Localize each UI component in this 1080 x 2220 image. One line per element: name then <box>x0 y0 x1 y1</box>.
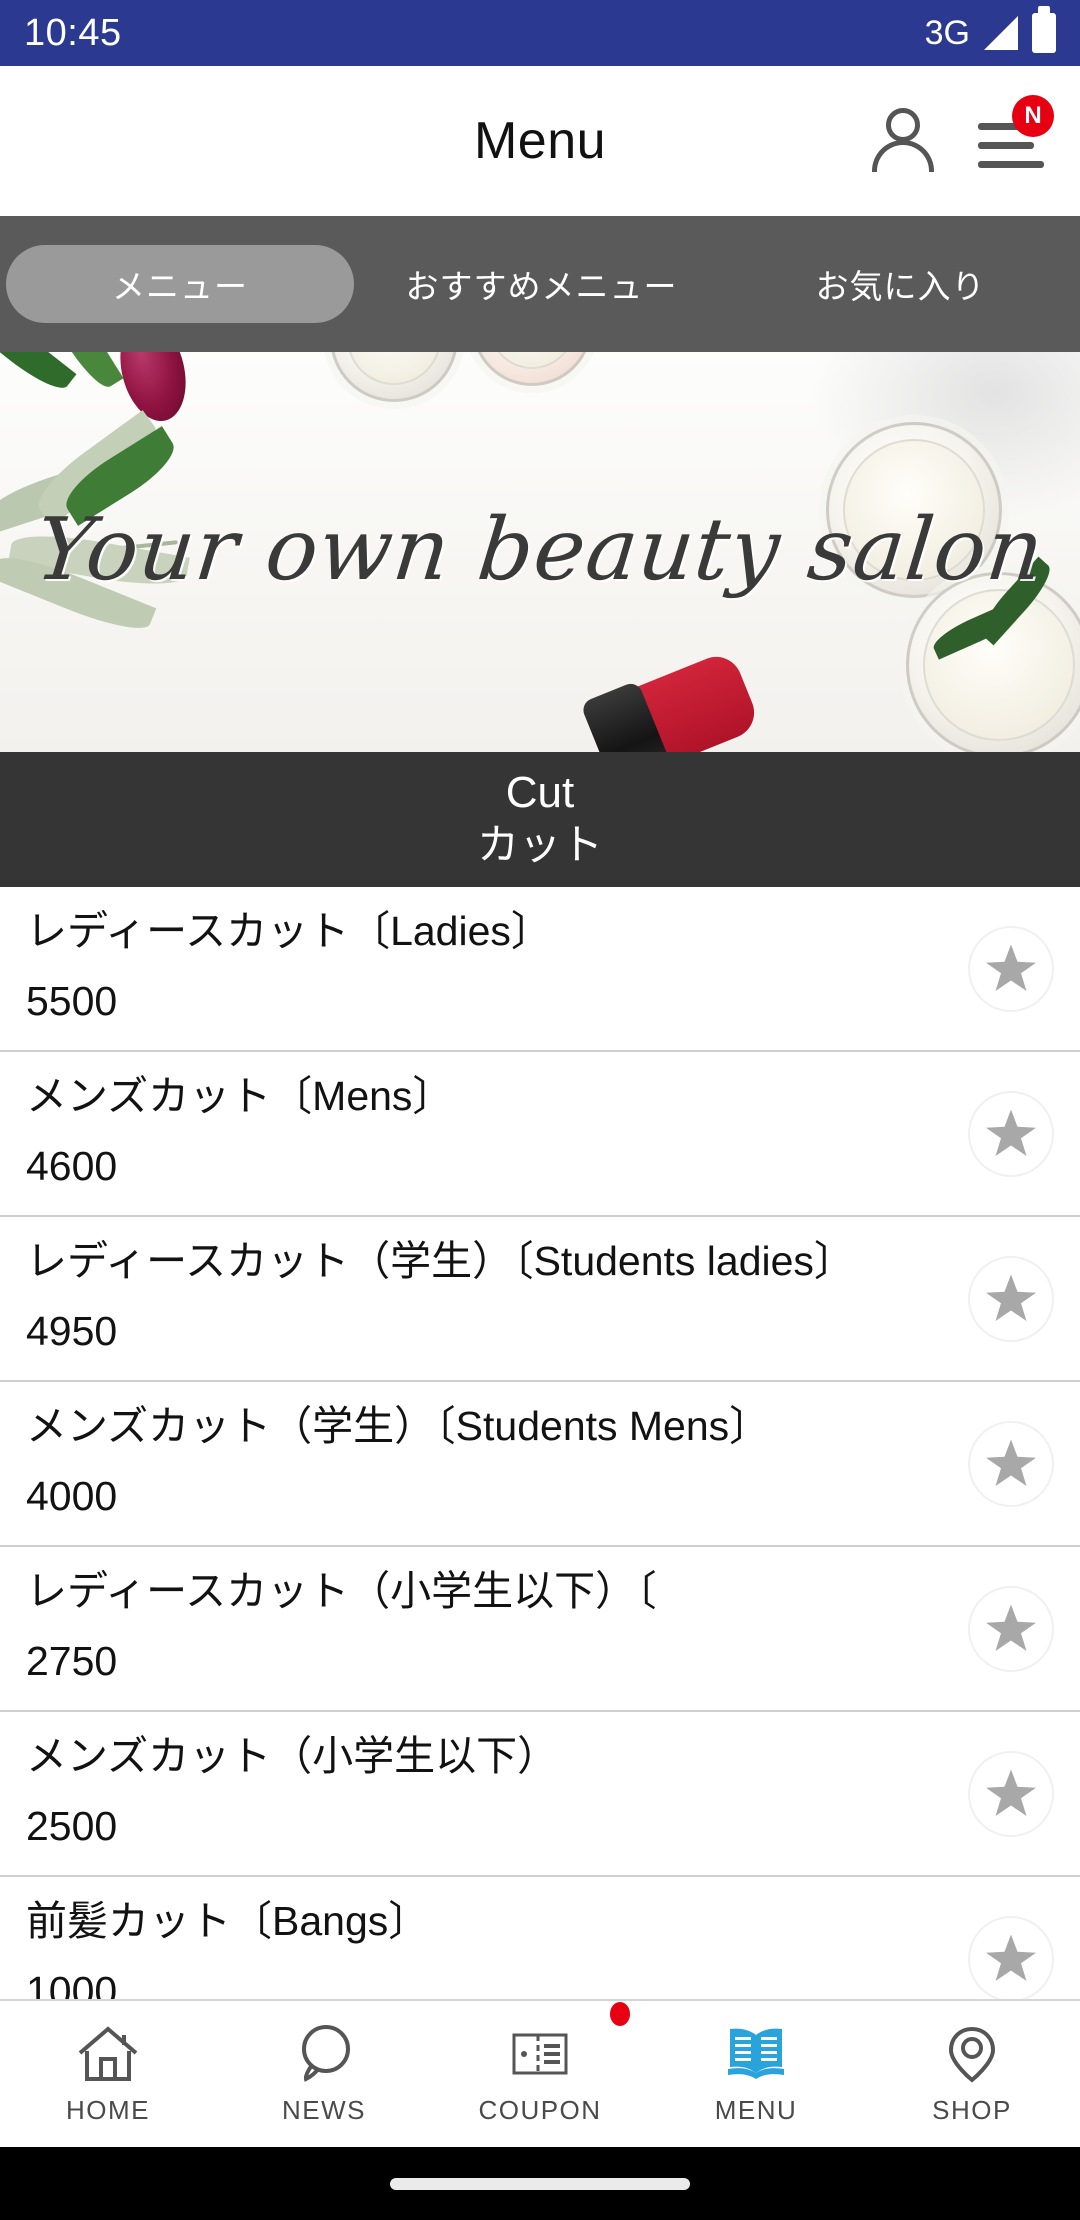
menu-item-price: 1000 <box>26 1968 118 1999</box>
bottom-navigation-bar: HOME NEWS COUPON MENU SHOP <box>0 1999 1080 2147</box>
nav-label-coupon: COUPON <box>478 2094 602 2125</box>
menu-list-item[interactable]: レディースカット（小学生以下）〔 2750 <box>0 1547 1080 1712</box>
menu-list-item[interactable]: メンズカット（学生）〔Students Mens〕 4000 <box>0 1382 1080 1547</box>
signal-triangle-icon <box>984 16 1018 50</box>
status-indicators: 3G <box>924 6 1056 53</box>
tab-recommended-menu[interactable]: おすすめメニュー <box>362 245 721 323</box>
menu-item-text: レディースカット（学生）〔Students ladies〕 4950 <box>26 1236 968 1361</box>
coupon-badge-dot <box>610 2002 630 2026</box>
notification-badge: N <box>1012 95 1054 137</box>
ticket-icon <box>508 2023 572 2085</box>
favorite-button[interactable] <box>968 1750 1054 1837</box>
favorite-button[interactable] <box>968 1420 1054 1507</box>
star-icon <box>986 1604 1036 1652</box>
nav-item-news[interactable]: NEWS <box>216 2000 432 2148</box>
star-icon <box>986 944 1036 992</box>
section-header-cut: Cut カット <box>0 752 1080 887</box>
open-book-icon <box>724 2023 788 2085</box>
battery-full-icon <box>1032 6 1056 53</box>
menu-item-text: 前髪カット〔Bangs〕 1000 <box>26 1896 968 1999</box>
menu-item-price: 2750 <box>26 1638 118 1685</box>
person-body <box>872 140 934 172</box>
location-pin-icon <box>940 2023 1004 2085</box>
menu-item-name: メンズカット（学生）〔Students Mens〕 <box>26 1403 771 1450</box>
tab-favorites[interactable]: お気に入り <box>721 245 1080 323</box>
app-bar: Menu N <box>0 66 1080 216</box>
network-type-label: 3G <box>924 14 970 52</box>
tab-menu[interactable]: メニュー <box>6 245 354 323</box>
person-icon[interactable] <box>872 108 934 174</box>
nav-item-coupon[interactable]: COUPON <box>432 2000 648 2148</box>
menu-item-name: レディースカット（小学生以下）〔 <box>26 1568 657 1615</box>
menu-list-item[interactable]: レディースカット〔Ladies〕 5500 <box>0 887 1080 1052</box>
nav-item-shop[interactable]: SHOP <box>864 2000 1080 2148</box>
favorite-button[interactable] <box>968 1915 1054 1999</box>
menu-tab-strip: メニュー おすすめメニュー お気に入り <box>0 216 1080 352</box>
nav-label-menu: MENU <box>714 2094 798 2125</box>
home-icon <box>76 2023 140 2085</box>
gesture-pill[interactable] <box>390 2177 690 2190</box>
nav-label-shop: SHOP <box>932 2094 1012 2125</box>
favorite-button[interactable] <box>968 1090 1054 1177</box>
star-icon <box>986 1769 1036 1817</box>
hamburger-icon[interactable]: N <box>978 95 1054 171</box>
menu-item-text: メンズカット〔Mens〕 4600 <box>26 1071 968 1196</box>
menu-item-name: レディースカット（学生）〔Students ladies〕 <box>26 1238 855 1285</box>
star-icon <box>986 1274 1036 1322</box>
menu-item-name: レディースカット〔Ladies〕 <box>26 908 552 955</box>
system-gesture-bar <box>0 2147 1080 2220</box>
favorite-button[interactable] <box>968 1585 1054 1672</box>
menu-item-price: 5500 <box>26 978 118 1025</box>
menu-item-list[interactable]: レディースカット〔Ladies〕 5500 メンズカット〔Mens〕 4600 … <box>0 887 1080 1999</box>
hamburger-line-2 <box>978 142 1034 149</box>
star-icon <box>986 1109 1036 1157</box>
salon-banner-image: Your own beauty salon <box>0 352 1080 752</box>
menu-item-price: 4600 <box>26 1143 118 1190</box>
menu-item-name: メンズカット〔Mens〕 <box>26 1073 454 1120</box>
favorite-button[interactable] <box>968 1255 1054 1342</box>
hamburger-line-3 <box>978 161 1044 168</box>
section-title-jp: カット <box>476 820 603 868</box>
section-title-en: Cut <box>505 767 575 817</box>
status-bar: 10:45 3G <box>0 0 1080 66</box>
menu-list-item[interactable]: 前髪カット〔Bangs〕 1000 <box>0 1877 1080 1999</box>
menu-item-price: 4000 <box>26 1473 118 1520</box>
menu-item-text: レディースカット〔Ladies〕 5500 <box>26 906 968 1031</box>
menu-item-price: 4950 <box>26 1308 118 1355</box>
jar-inner <box>347 352 441 385</box>
favorite-button[interactable] <box>968 925 1054 1012</box>
jar-inner <box>489 352 575 369</box>
person-head <box>886 108 920 142</box>
nav-label-home: HOME <box>66 2094 150 2125</box>
nav-item-home[interactable]: HOME <box>0 2000 216 2148</box>
nav-label-news: NEWS <box>282 2094 366 2125</box>
menu-item-text: レディースカット（小学生以下）〔 2750 <box>26 1566 968 1691</box>
menu-list-item[interactable]: メンズカット（小学生以下） 2500 <box>0 1712 1080 1877</box>
menu-item-text: メンズカット（学生）〔Students Mens〕 4000 <box>26 1401 968 1526</box>
banner-tagline: Your own beauty salon <box>31 500 1049 600</box>
menu-item-price: 2500 <box>26 1803 118 1850</box>
app-bar-actions: N <box>872 95 1054 174</box>
menu-item-text: メンズカット（小学生以下） 2500 <box>26 1731 968 1856</box>
menu-list-item[interactable]: レディースカット（学生）〔Students ladies〕 4950 <box>0 1217 1080 1382</box>
star-icon <box>986 1439 1036 1487</box>
phone-screen: 10:45 3G Menu N メニュー おすすめメニュー お気に入り Your… <box>0 0 1080 2220</box>
nav-item-menu[interactable]: MENU <box>648 2000 864 2148</box>
status-time: 10:45 <box>24 12 122 54</box>
menu-item-name: メンズカット（小学生以下） <box>26 1733 559 1780</box>
menu-list-item[interactable]: メンズカット〔Mens〕 4600 <box>0 1052 1080 1217</box>
menu-item-name: 前髪カット〔Bangs〕 <box>26 1898 430 1945</box>
star-icon <box>986 1934 1036 1982</box>
speech-bubble-icon <box>292 2023 356 2085</box>
